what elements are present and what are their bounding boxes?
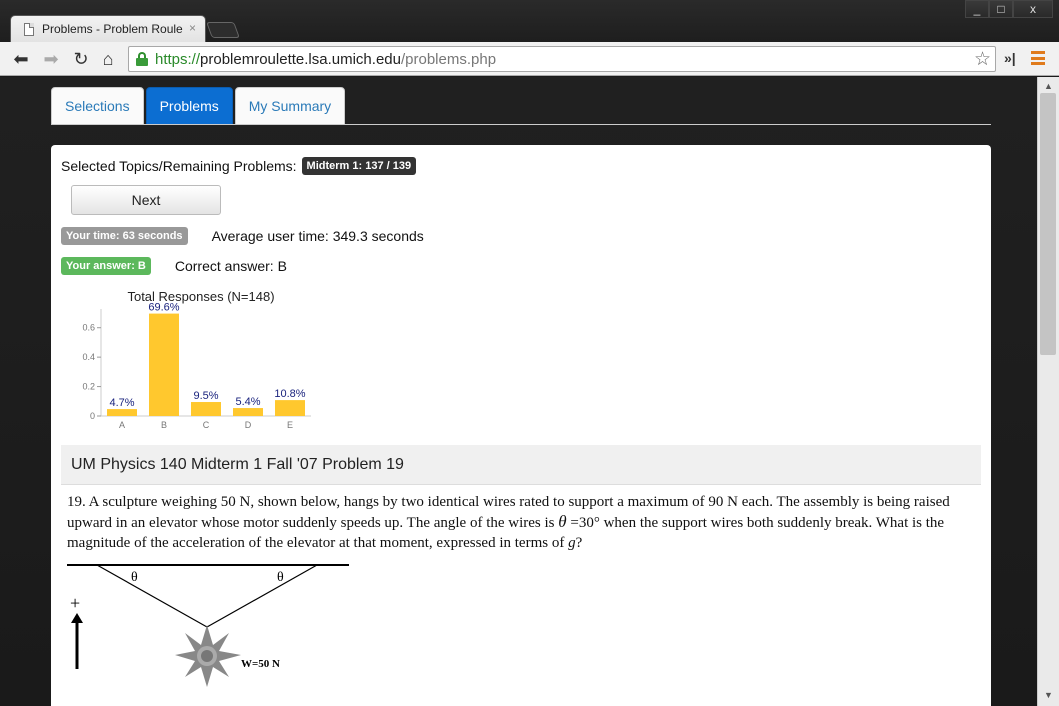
average-time-text: Average user time: 349.3 seconds [211,228,424,244]
page-icon [24,23,34,36]
your-answer-badge: Your answer: B [61,257,151,275]
scroll-up-icon[interactable]: ▲ [1044,81,1053,91]
selected-topics-label: Selected Topics/Remaining Problems: [61,158,297,174]
scroll-thumb[interactable] [1040,93,1056,355]
vertical-scrollbar[interactable]: ▲ ▼ [1037,77,1059,706]
up-arrow-icon [71,613,83,623]
y-tick-label: 0 [90,411,95,421]
bar-b [149,313,179,416]
y-tick-label: 0.4 [82,352,95,362]
new-tab-button[interactable] [206,22,240,38]
close-window-button[interactable]: x [1013,0,1053,18]
next-button[interactable]: Next [71,185,221,215]
plus-sign: + [70,593,80,613]
x-tick-label-d: D [245,420,252,430]
right-wire [206,564,318,628]
sculpture-figure: θ θ + W=50 N [67,564,349,687]
time-row: Your time: 63 seconds Average user time:… [61,227,424,245]
scroll-down-icon[interactable]: ▼ [1044,690,1053,700]
back-icon[interactable]: ⬅ [10,48,32,70]
data-label-b: 69.6% [148,302,179,314]
url-text: https://problemroulette.lsa.umich.edu/pr… [155,51,497,68]
tab-divider [51,124,991,125]
lock-icon [136,52,148,66]
menu-icon[interactable] [1031,51,1045,65]
forward-icon[interactable]: ➡ [40,48,62,70]
problem-header: UM Physics 140 Midterm 1 Fall '07 Proble… [61,445,981,485]
y-tick-label: 0.6 [82,323,95,333]
minimize-button[interactable]: _ [965,0,989,18]
page-viewport: Selections Problems My Summary Selected … [0,77,1037,706]
reload-icon[interactable]: ↻ [70,48,92,70]
correct-answer-text: Correct answer: B [174,258,287,274]
x-tick-label-b: B [161,420,167,430]
data-label-d: 5.4% [235,396,260,408]
problem-panel: Selected Topics/Remaining Problems: Midt… [51,145,991,706]
data-label-e: 10.8% [274,388,305,400]
selected-topics-row: Selected Topics/Remaining Problems: Midt… [61,157,417,175]
bar-d [233,408,263,416]
tab-problems[interactable]: Problems [145,87,233,125]
x-tick-label-c: C [203,420,210,430]
topic-badge: Midterm 1: 137 / 139 [301,157,417,175]
your-time-badge: Your time: 63 seconds [61,227,188,245]
bookmark-star-icon[interactable]: ☆ [974,48,991,71]
left-wire [96,564,208,628]
angle-right-label: θ [277,570,284,585]
x-tick-label-e: E [287,420,293,430]
bar-c [191,402,221,416]
responses-chart: Total Responses (N=148)00.20.40.64.7%A69… [82,289,311,430]
tab-my-summary[interactable]: My Summary [234,87,346,125]
data-label-c: 9.5% [193,390,218,402]
weight-label: W=50 N [241,658,280,670]
problem-text: 19. A sculpture weighing 50 N, shown bel… [67,494,950,551]
bar-e [275,400,305,416]
x-tick-label-a: A [119,420,125,430]
title-bar: Problems - Problem Roule × _ □ x [0,0,1059,43]
maximize-button[interactable]: □ [989,0,1013,18]
nav-tabs: Selections Problems My Summary [51,87,347,125]
y-tick-label: 0.2 [82,382,95,392]
extensions-overflow-icon[interactable]: »| [1004,50,1016,66]
browser-tab[interactable]: Problems - Problem Roule × [10,15,206,43]
window-controls: _ □ x [965,0,1053,18]
bar-a [107,409,137,416]
home-icon[interactable]: ⌂ [97,48,119,70]
tab-title: Problems - Problem Roule [42,22,183,36]
angle-left-label: θ [131,570,138,585]
tab-selections[interactable]: Selections [51,87,144,125]
data-label-a: 4.7% [109,397,134,409]
tab-close-icon[interactable]: × [189,21,196,35]
browser-toolbar: ⬅ ➡ ↻ ⌂ https://problemroulette.lsa.umic… [0,42,1059,76]
answer-row: Your answer: B Correct answer: B [61,257,287,275]
address-bar[interactable]: https://problemroulette.lsa.umich.edu/pr… [128,46,996,72]
star-sculpture-icon [175,625,241,687]
